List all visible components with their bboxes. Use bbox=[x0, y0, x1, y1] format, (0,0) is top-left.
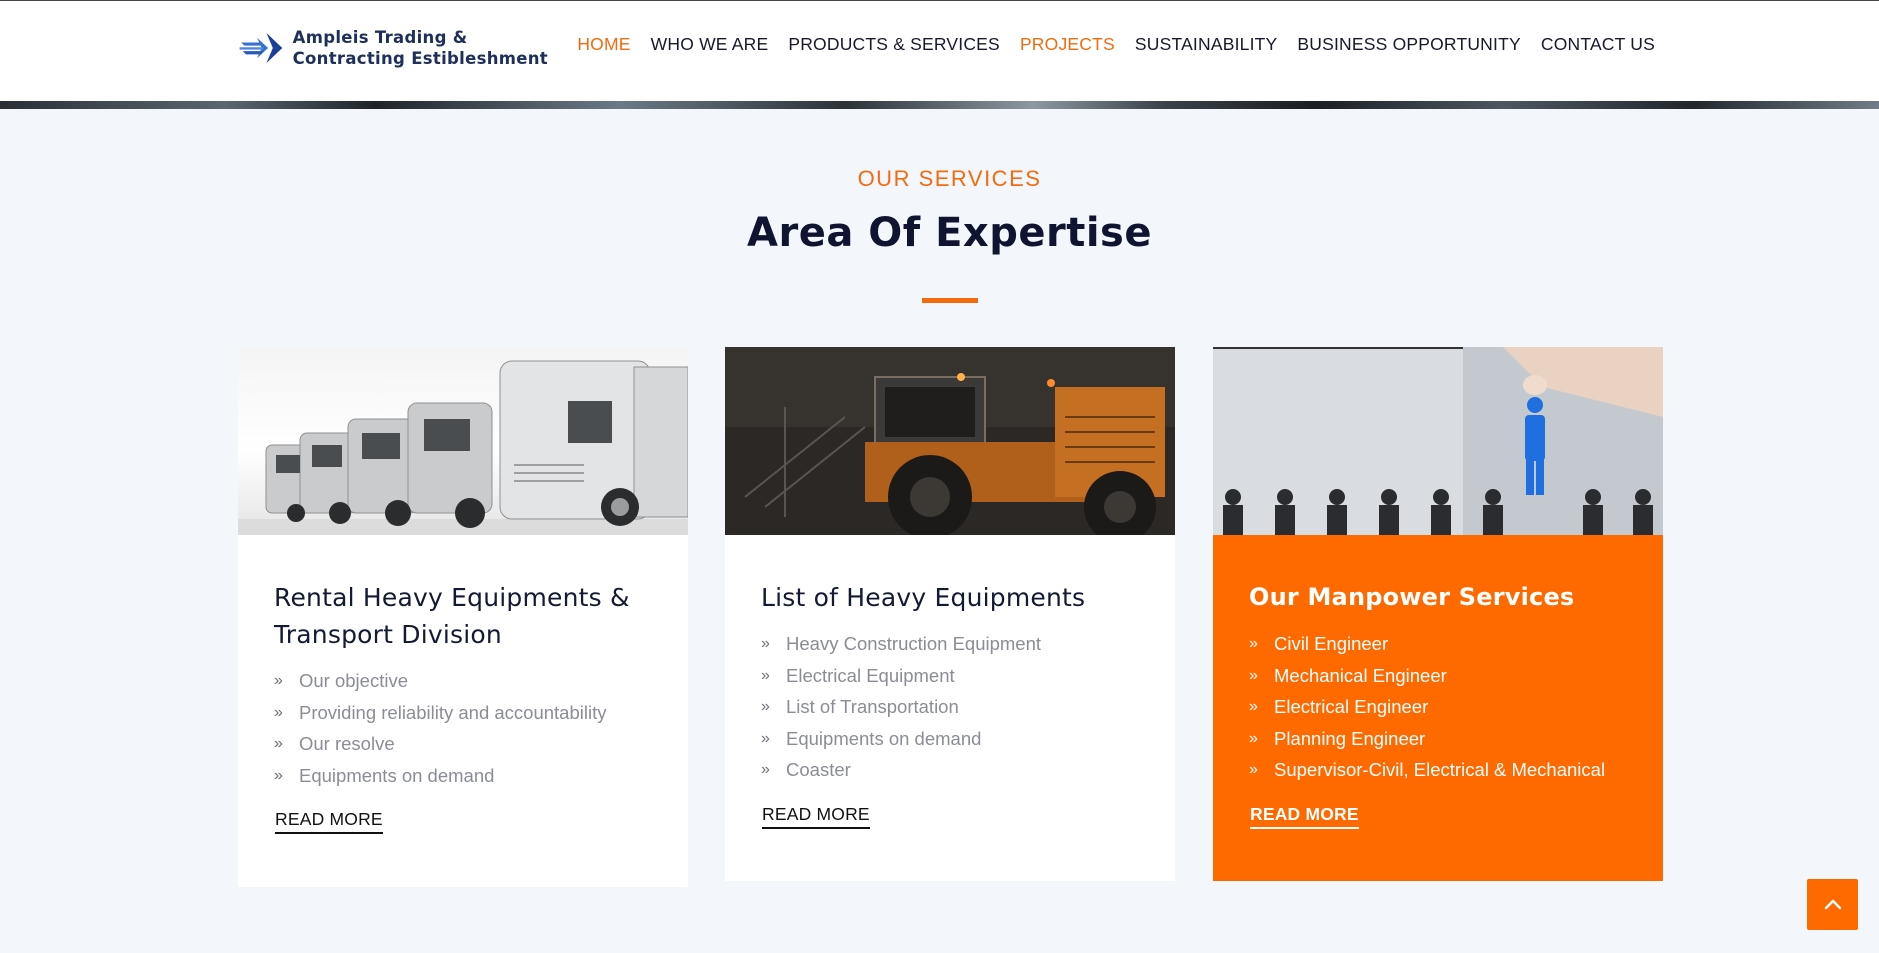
nav-home[interactable]: HOME bbox=[577, 31, 630, 57]
nav-who-we-are[interactable]: WHO WE ARE bbox=[651, 31, 769, 57]
nav-projects[interactable]: PROJECTS bbox=[1020, 31, 1115, 57]
list-item-text: Equipments on demand bbox=[786, 727, 982, 749]
double-chevron-right-icon: » bbox=[274, 735, 283, 752]
list-item-text: Mechanical Engineer bbox=[1274, 664, 1447, 686]
back-to-top-button[interactable] bbox=[1807, 879, 1858, 930]
section-eyebrow: OUR SERVICES bbox=[857, 166, 1042, 191]
list-item-text: List of Transportation bbox=[786, 696, 959, 717]
loader-illustration bbox=[725, 347, 1175, 535]
double-chevron-right-icon: » bbox=[1249, 635, 1258, 652]
double-chevron-right-icon: » bbox=[761, 761, 770, 778]
list-item-text: Planning Engineer bbox=[1274, 727, 1426, 749]
site-header: Ampleis Trading & Contracting Estibleshm… bbox=[0, 0, 1879, 101]
list-item: » Planning Engineer bbox=[1249, 723, 1627, 755]
card-image-manpower bbox=[1213, 347, 1663, 535]
list-item: » Electrical Engineer bbox=[1249, 691, 1627, 723]
read-more-link[interactable]: READ MORE bbox=[1250, 804, 1359, 829]
list-item: » Equipments on demand bbox=[274, 760, 652, 792]
logo-line-2: Contracting Estibleshment bbox=[292, 49, 548, 68]
double-chevron-right-icon: » bbox=[761, 635, 770, 652]
list-item-text: Our objective bbox=[299, 670, 408, 691]
card-title: Rental Heavy Equipments & Transport Divi… bbox=[274, 583, 630, 649]
list-item: » Electrical Equipment bbox=[761, 660, 1139, 692]
list-item: » Civil Engineer bbox=[1249, 628, 1627, 660]
list-item: » Heavy Construction Equipment bbox=[761, 628, 1139, 660]
service-card-manpower: Our Manpower Services » Civil Engineer » M… bbox=[1213, 347, 1663, 881]
manpower-illustration bbox=[1213, 347, 1663, 535]
list-item: » List of Transportation bbox=[761, 691, 1139, 723]
card-title: Our Manpower Services bbox=[1249, 583, 1575, 611]
double-chevron-right-icon: » bbox=[274, 672, 283, 689]
card-body: Our Manpower Services » Civil Engineer » M… bbox=[1213, 535, 1663, 829]
title-underline bbox=[922, 298, 978, 303]
service-card-rental: Rental Heavy Equipments & Transport Divi… bbox=[238, 347, 688, 887]
list-item: » Providing reliability and accountabilit… bbox=[274, 697, 652, 729]
double-chevron-right-icon: » bbox=[761, 729, 770, 747]
logo-text: Ampleis Trading & Contracting Estibleshm… bbox=[293, 27, 548, 69]
trucks-illustration bbox=[238, 360, 688, 535]
service-card-heavy-equipment: List of Heavy Equipments » Heavy Construc… bbox=[725, 347, 1175, 881]
list-item: » Supervisor-Civil, Electrical & Mechanic… bbox=[1249, 754, 1627, 786]
card-feature-list: » Our objective » Providing reliability an… bbox=[274, 665, 652, 791]
double-chevron-right-icon: » bbox=[761, 698, 770, 715]
card-feature-list: » Civil Engineer » Mechanical Engineer » El… bbox=[1249, 628, 1627, 786]
list-item-text: Supervisor-Civil, Electrical & Mechanica… bbox=[1274, 759, 1606, 780]
double-chevron-right-icon: » bbox=[274, 703, 283, 721]
chevron-up-icon bbox=[1824, 899, 1841, 909]
nav-business-opportunity[interactable]: BUSINESS OPPORTUNITY bbox=[1297, 31, 1520, 57]
list-item-text: Our resolve bbox=[299, 733, 395, 754]
read-more-link[interactable]: READ MORE bbox=[275, 809, 383, 834]
section-title: Area Of Expertise bbox=[747, 210, 1152, 256]
list-item-text: Heavy Construction Equipment bbox=[786, 633, 1042, 654]
card-image-trucks bbox=[238, 347, 688, 535]
main-nav: HOME WHO WE ARE PRODUCTS & SERVICES PROJ… bbox=[577, 31, 1655, 57]
nav-contact-us[interactable]: CONTACT US bbox=[1541, 31, 1655, 57]
list-item-text: Equipments on demand bbox=[299, 764, 495, 786]
list-item: » Our resolve bbox=[274, 728, 652, 760]
double-chevron-right-icon: » bbox=[1249, 698, 1258, 715]
card-title: List of Heavy Equipments bbox=[761, 583, 1086, 612]
double-chevron-right-icon: » bbox=[1249, 761, 1258, 778]
logo-line-1: Ampleis Trading & bbox=[292, 28, 468, 47]
double-chevron-right-icon: » bbox=[274, 766, 283, 784]
list-item-text: Coaster bbox=[786, 759, 851, 780]
double-chevron-right-icon: » bbox=[1249, 729, 1258, 747]
list-item-text: Civil Engineer bbox=[1274, 633, 1389, 654]
card-feature-list: » Heavy Construction Equipment » Electrica… bbox=[761, 628, 1139, 786]
nav-products-services[interactable]: PRODUCTS & SERVICES bbox=[788, 31, 1000, 57]
list-item: » Our objective bbox=[274, 665, 652, 697]
list-item-text: Electrical Equipment bbox=[786, 664, 955, 686]
list-item: » Coaster bbox=[761, 754, 1139, 786]
card-body: Rental Heavy Equipments & Transport Divi… bbox=[238, 535, 688, 834]
card-body: List of Heavy Equipments » Heavy Construc… bbox=[725, 535, 1175, 829]
list-item-text: Providing reliability and accountability bbox=[299, 701, 607, 723]
list-item: » Mechanical Engineer bbox=[1249, 660, 1627, 692]
double-chevron-right-icon: » bbox=[761, 666, 770, 684]
double-chevron-right-icon: » bbox=[1249, 666, 1258, 684]
list-item: » Equipments on demand bbox=[761, 723, 1139, 755]
logo-wings-icon bbox=[239, 32, 283, 64]
company-logo[interactable]: Ampleis Trading & Contracting Estibleshm… bbox=[238, 25, 548, 71]
read-more-link[interactable]: READ MORE bbox=[762, 804, 870, 829]
card-image-loader bbox=[725, 347, 1175, 535]
nav-sustainability[interactable]: SUSTAINABILITY bbox=[1135, 31, 1278, 57]
list-item-text: Electrical Engineer bbox=[1274, 696, 1429, 717]
